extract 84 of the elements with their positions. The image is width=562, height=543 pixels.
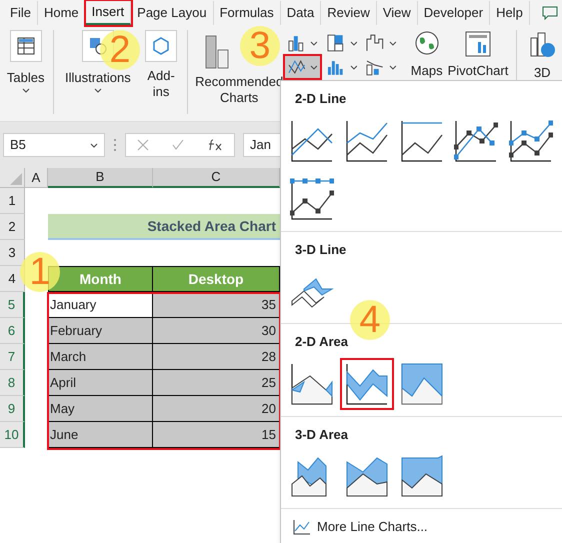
table-cell: May xyxy=(48,396,153,422)
chart-type-icon xyxy=(509,118,554,162)
row-header[interactable]: 1 xyxy=(0,188,25,214)
pivot-chart-icon[interactable] xyxy=(464,30,492,58)
chart-type-icon xyxy=(344,362,389,406)
group-label: 3D xyxy=(534,66,551,80)
section-heading: 2-D Area xyxy=(294,333,349,351)
row-header[interactable]: 3 xyxy=(0,240,25,266)
chart-type-option[interactable] xyxy=(340,358,394,410)
ribbon-tab[interactable]: Page Layou xyxy=(131,1,214,25)
title-cell: Stacked Area Chart xyxy=(48,214,280,240)
table-cell: 25 xyxy=(153,370,280,396)
table-cell: March xyxy=(48,344,153,370)
ribbon-tab[interactable]: Formulas xyxy=(214,1,281,25)
ribbon-tab[interactable]: File xyxy=(4,1,38,25)
table-icon xyxy=(16,37,35,55)
caret-icon xyxy=(350,64,358,70)
check-icon[interactable] xyxy=(172,139,184,151)
caret-icon xyxy=(389,64,397,70)
group-label: Maps xyxy=(410,64,443,78)
caret-icon xyxy=(310,64,318,70)
row-header[interactable]: 7 xyxy=(0,344,25,370)
table-cell: 15 xyxy=(153,422,280,448)
caret-icon xyxy=(90,142,98,148)
add-ins-button[interactable] xyxy=(145,30,178,62)
caret-icon xyxy=(22,88,30,92)
chart-type-icon xyxy=(454,118,498,162)
chart-type-icon xyxy=(400,118,444,162)
table-cell: 30 xyxy=(153,318,280,344)
caret-icon xyxy=(350,40,358,46)
ribbon-tab[interactable]: Review xyxy=(321,1,377,25)
chart-type-button[interactable] xyxy=(284,56,320,78)
section-heading: 3-D Area xyxy=(294,426,349,444)
row-header[interactable]: 9 xyxy=(0,396,25,422)
line-chart-icon xyxy=(293,518,311,535)
chart-type-icon xyxy=(400,362,444,406)
name-box[interactable]: B5 xyxy=(3,133,105,157)
caret-icon xyxy=(389,40,397,46)
table-cell: April xyxy=(48,370,153,396)
row-header[interactable]: 2 xyxy=(0,214,25,240)
table-cell: 28 xyxy=(153,344,280,370)
ribbon-tab[interactable]: Insert xyxy=(86,1,132,25)
triangle-icon xyxy=(10,173,22,185)
ribbon-tab[interactable]: Data xyxy=(280,1,322,25)
table-cell: June xyxy=(48,422,153,448)
chart-icon xyxy=(365,33,386,53)
header-cell: Desktop xyxy=(153,266,280,292)
caret-icon xyxy=(94,88,102,92)
chart-type-icon xyxy=(344,118,389,162)
section-heading: 2-D Line xyxy=(294,90,348,108)
group-label: Tables xyxy=(6,69,44,87)
table-cell: January xyxy=(48,292,153,318)
chart-type-icon xyxy=(290,176,334,220)
table-cell: February xyxy=(48,318,153,344)
comment-icon[interactable] xyxy=(542,6,558,20)
caret-icon xyxy=(310,40,318,46)
row-header[interactable]: 4 xyxy=(0,266,25,292)
row-header[interactable]: 8 xyxy=(0,370,25,396)
ribbon-tab[interactable]: View xyxy=(376,1,418,25)
table-button[interactable] xyxy=(10,30,42,62)
group-label: Recommended Charts xyxy=(195,74,284,106)
drag-handle-icon[interactable] xyxy=(113,138,117,152)
header-cell: Month xyxy=(48,266,153,292)
section-heading: 3-D Line xyxy=(294,240,348,258)
group-label: Illustrations xyxy=(65,69,131,87)
hexagon-icon xyxy=(151,36,172,56)
table-cell: 35 xyxy=(153,292,280,318)
chart-type-icon xyxy=(290,118,334,162)
chart-icon xyxy=(326,33,346,53)
column-header[interactable]: C xyxy=(153,168,280,188)
row-header[interactable]: 5 xyxy=(0,292,25,318)
ribbon-tab[interactable]: Developer xyxy=(418,1,490,25)
row-header[interactable]: 10 xyxy=(0,422,25,448)
group-label: PivotChart xyxy=(448,64,508,78)
chart-type-icon xyxy=(290,362,334,406)
function-icon[interactable] xyxy=(206,139,223,151)
group-label: Add- ins xyxy=(147,68,175,100)
row-header[interactable]: 6 xyxy=(0,318,25,344)
table-cell: 20 xyxy=(153,396,280,422)
more-charts-link[interactable]: More Line Charts... xyxy=(281,509,562,543)
column-header[interactable]: B xyxy=(48,168,153,188)
ribbon-tab[interactable]: Help xyxy=(490,1,530,25)
chart-type-icon xyxy=(400,454,444,498)
ribbon-tab[interactable]: Home xyxy=(38,1,86,25)
